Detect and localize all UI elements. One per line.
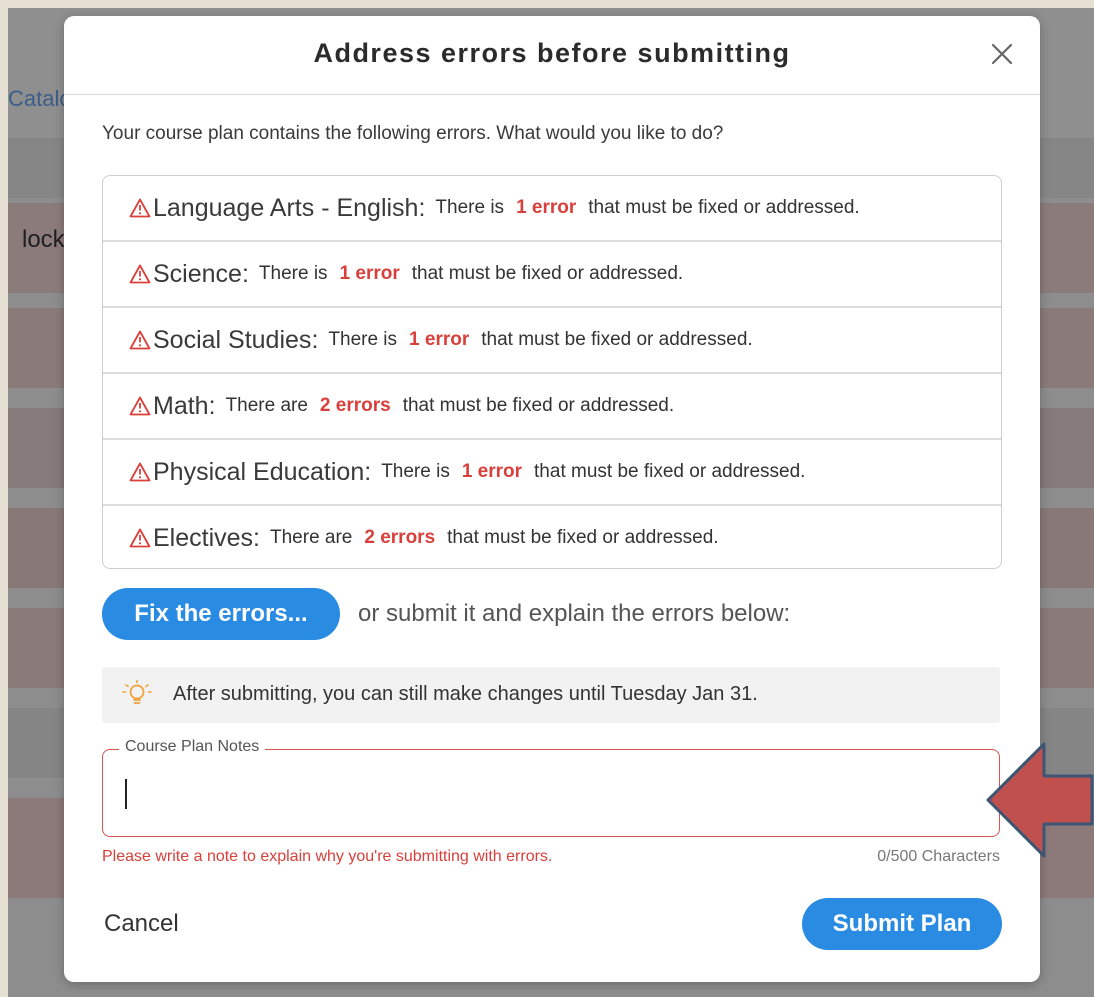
error-prefix: There is (258, 263, 328, 284)
error-suffix: that must be fixed or addressed. (402, 395, 675, 416)
course-plan-notes-field: Course Plan Notes (102, 738, 1000, 837)
error-suffix: that must be fixed or addressed. (588, 197, 860, 218)
or-submit-text: or submit it and explain the errors belo… (358, 600, 791, 627)
error-count: 1 error (339, 263, 400, 284)
error-item-social-studies: Social Studies : There is 1 error that m… (103, 308, 1001, 374)
fix-errors-button[interactable]: Fix the errors... (102, 588, 340, 640)
cancel-button[interactable]: Cancel (104, 906, 204, 942)
warning-triangle-icon (129, 396, 151, 416)
error-separator: : (208, 391, 216, 420)
error-prefix: There are (270, 527, 353, 548)
info-banner: After submitting, you can still make cha… (102, 667, 1000, 723)
error-prefix: There is (381, 461, 450, 482)
backdrop-block-text: lock (22, 226, 65, 253)
error-separator: : (364, 457, 372, 486)
notes-input[interactable] (119, 774, 983, 816)
error-list: Language Arts - English : There is 1 err… (102, 175, 1002, 569)
error-prefix: There are (225, 395, 308, 416)
close-icon (991, 43, 1013, 65)
info-text: After submitting, you can still make cha… (173, 683, 758, 705)
error-suffix: that must be fixed or addressed. (447, 527, 719, 548)
error-subject: Physical Education (153, 457, 365, 486)
error-prefix: There is (328, 329, 398, 350)
error-item-math: Math : There are 2 errors that must be f… (103, 374, 1001, 440)
error-count: 2 errors (364, 527, 436, 548)
annotation-arrow-icon (986, 742, 1094, 858)
notes-error-message: Please write a note to explain why you'r… (102, 848, 553, 865)
error-count: 2 errors (319, 395, 391, 416)
backdrop-catalog-link: Catalo (8, 86, 72, 111)
error-subject: Math (153, 391, 209, 420)
error-separator: : (418, 193, 426, 222)
error-prefix: There is (435, 197, 505, 218)
error-separator: : (311, 325, 319, 354)
error-item-science: Science : There is 1 error that must be … (103, 242, 1001, 308)
errors-modal: Address errors before submitting Your co… (64, 16, 1040, 982)
warning-triangle-icon (129, 264, 151, 284)
error-item-physical-education: Physical Education : There is 1 error th… (103, 440, 1001, 506)
text-caret (125, 779, 127, 809)
error-item-electives: Electives : There are 2 errors that must… (103, 506, 1001, 568)
modal-header: Address errors before submitting (64, 16, 1040, 95)
warning-triangle-icon (129, 462, 151, 482)
error-subject: Science (153, 259, 242, 288)
modal-intro-text: Your course plan contains the following … (102, 123, 724, 144)
error-subject: Social Studies (153, 325, 312, 354)
close-button[interactable] (984, 36, 1020, 72)
error-suffix: that must be fixed or addressed. (534, 461, 806, 482)
error-count: 1 error (461, 461, 523, 482)
error-suffix: that must be fixed or addressed. (411, 263, 684, 284)
error-count: 1 error (516, 197, 577, 218)
warning-triangle-icon (129, 528, 151, 548)
error-separator: : (253, 523, 260, 552)
error-suffix: that must be fixed or addressed. (481, 329, 753, 350)
warning-triangle-icon (129, 330, 151, 350)
modal-title: Address errors before submitting (313, 38, 791, 68)
notes-label: Course Plan Notes (119, 738, 266, 756)
error-subject: Electives (153, 523, 254, 552)
error-count: 1 error (409, 329, 470, 350)
submit-plan-button[interactable]: Submit Plan (802, 898, 1002, 950)
character-counter: 0/500 Characters (877, 848, 1000, 865)
warning-triangle-icon (129, 198, 151, 218)
error-separator: : (241, 259, 249, 288)
lightbulb-icon (122, 679, 152, 704)
error-item-language-arts: Language Arts - English : There is 1 err… (103, 176, 1001, 242)
error-subject: Language Arts - English (153, 193, 419, 222)
